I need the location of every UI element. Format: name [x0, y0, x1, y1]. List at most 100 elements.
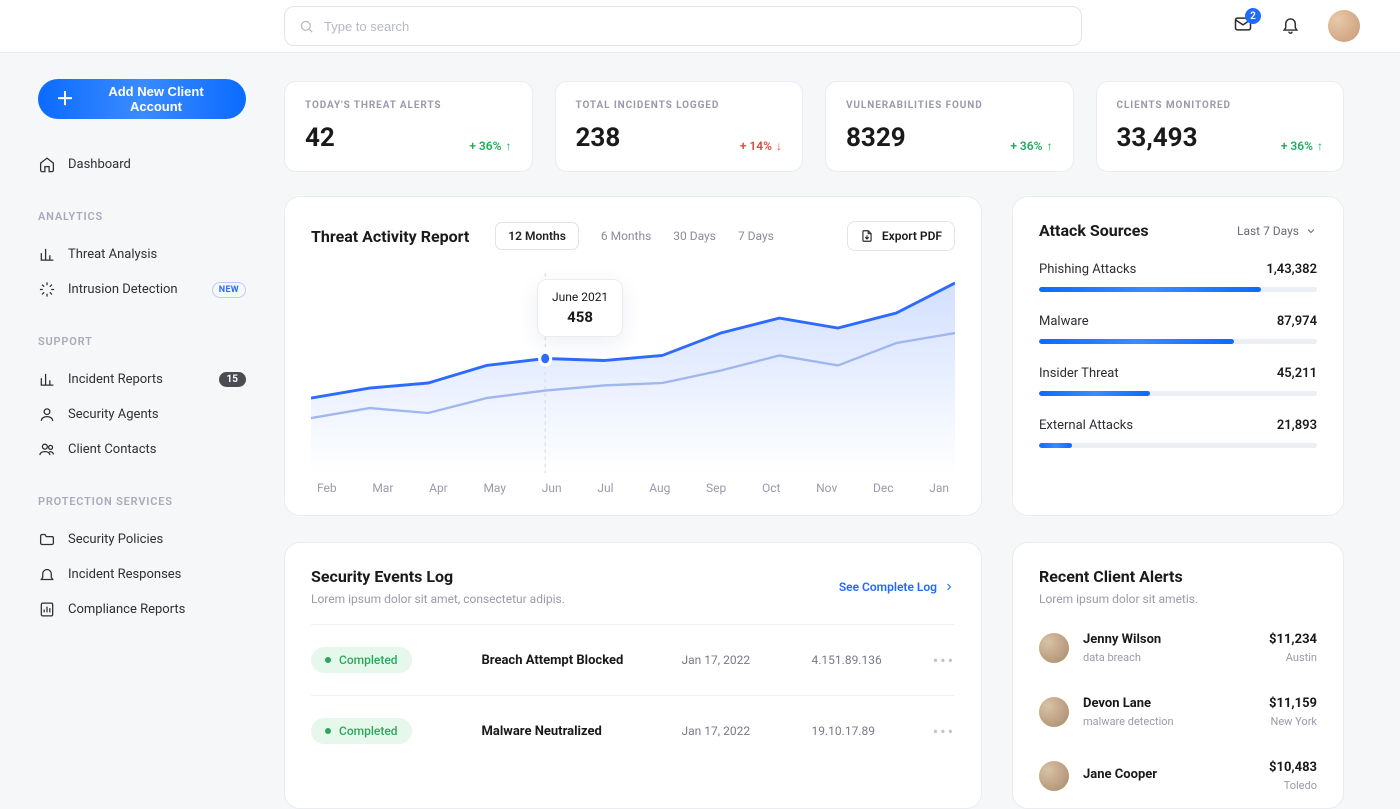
stat-card: CLIENTS MONITORED 33,493 + 36% ↑	[1096, 81, 1345, 172]
xaxis-label: Sep	[706, 481, 726, 495]
nav-label: Threat Analysis	[68, 247, 157, 262]
nav-intrusion-detection[interactable]: Intrusion Detection NEW	[38, 272, 246, 307]
add-client-label: Add New Client Account	[84, 84, 228, 114]
nav-heading-support: SUPPORT	[38, 335, 246, 348]
xaxis-label: Aug	[649, 481, 670, 495]
bell-icon	[38, 566, 56, 583]
threat-activity-panel: Threat Activity Report 12 Months 6 Months…	[284, 196, 982, 516]
add-client-button[interactable]: ＋Add New Client Account	[38, 79, 246, 119]
status-chip: Completed	[311, 718, 412, 744]
nav-security-agents[interactable]: Security Agents	[38, 397, 246, 432]
panel-title: Security Events Log	[311, 567, 565, 586]
range-tab[interactable]: 30 Days	[673, 229, 716, 243]
nav-dashboard[interactable]: Dashboard	[38, 147, 246, 182]
chevron-down-icon	[1305, 225, 1317, 237]
xaxis-label: Nov	[816, 481, 837, 495]
xaxis-label: May	[483, 481, 506, 495]
see-complete-log-link[interactable]: See Complete Log	[839, 580, 955, 594]
tooltip-label: June 2021	[552, 290, 608, 304]
period-label: Last 7 Days	[1237, 224, 1299, 238]
range-tab[interactable]: 12 Months	[495, 222, 579, 250]
nav-security-policies[interactable]: Security Policies	[38, 522, 246, 557]
stat-value: 42	[305, 123, 335, 153]
status-chip: Completed	[311, 647, 412, 673]
nav-label: Incident Responses	[68, 567, 181, 582]
event-date: Jan 17, 2022	[682, 724, 812, 738]
event-row: Completed Malware Neutralized Jan 17, 20…	[311, 695, 955, 766]
client-amount: $11,234	[1269, 632, 1317, 647]
source-name: Malware	[1039, 314, 1089, 329]
source-row: Insider Threat45,211	[1039, 366, 1317, 396]
stat-card: TOTAL INCIDENTS LOGGED 238 + 14% ↓	[555, 81, 804, 172]
activity-chart: June 2021 458	[311, 273, 955, 473]
source-row: Phishing Attacks1,43,382	[1039, 262, 1317, 292]
users-icon	[38, 441, 56, 458]
inbox-badge: 2	[1245, 8, 1261, 24]
client-alert-row[interactable]: Devon Lane malware detection $11,159 New Y…	[1039, 680, 1317, 744]
arrow-up-icon: ↑	[506, 139, 512, 153]
source-row: Malware87,974	[1039, 314, 1317, 344]
source-name: Insider Threat	[1039, 366, 1119, 381]
xaxis-label: Dec	[873, 481, 894, 495]
chart-xaxis: FebMarAprMayJunJulAugSepOctNovDecJan	[311, 473, 955, 495]
stat-value: 33,493	[1117, 123, 1198, 153]
stat-title: CLIENTS MONITORED	[1117, 100, 1324, 111]
panel-title: Threat Activity Report	[311, 227, 469, 246]
chart-icon	[38, 371, 56, 388]
arrow-up-icon: ↑	[1317, 139, 1323, 153]
client-name: Devon Lane	[1083, 696, 1255, 711]
user-avatar[interactable]	[1328, 10, 1360, 42]
chart-icon	[38, 246, 56, 263]
source-name: External Attacks	[1039, 418, 1133, 433]
notifications-button[interactable]	[1281, 15, 1300, 38]
nav-compliance-reports[interactable]: Compliance Reports	[38, 592, 246, 627]
new-badge: NEW	[212, 282, 246, 298]
xaxis-label: Oct	[762, 481, 780, 495]
period-dropdown[interactable]: Last 7 Days	[1237, 224, 1317, 238]
inbox-button[interactable]: 2	[1233, 14, 1253, 38]
arrow-down-icon: ↓	[776, 139, 782, 153]
chart-tooltip: June 2021 458	[537, 279, 623, 337]
source-value: 21,893	[1277, 418, 1317, 433]
nav-threat-analysis[interactable]: Threat Analysis	[38, 237, 246, 272]
export-pdf-button[interactable]: Export PDF	[847, 221, 955, 251]
client-amount: $11,159	[1269, 696, 1317, 711]
range-tab[interactable]: 6 Months	[601, 229, 651, 243]
nav-client-contacts[interactable]: Client Contacts	[38, 432, 246, 467]
stat-title: TODAY'S THREAT ALERTS	[305, 100, 512, 111]
row-menu-button[interactable]: •••	[933, 722, 955, 741]
stat-title: VULNERABILITIES FOUND	[846, 100, 1053, 111]
nav-incident-responses[interactable]: Incident Responses	[38, 557, 246, 592]
nav-dashboard-label: Dashboard	[68, 157, 131, 172]
client-tag: malware detection	[1083, 715, 1255, 728]
stat-delta: + 36% ↑	[1010, 139, 1052, 153]
search-input[interactable]	[324, 19, 1067, 34]
line-chart-svg	[311, 273, 955, 473]
client-city: New York	[1269, 715, 1317, 728]
source-name: Phishing Attacks	[1039, 262, 1136, 277]
stat-card: TODAY'S THREAT ALERTS 42 + 36% ↑	[284, 81, 533, 172]
client-alert-row[interactable]: Jenny Wilsondata breach $11,234Austin	[1039, 616, 1317, 680]
stat-card: VULNERABILITIES FOUND 8329 + 36% ↑	[825, 81, 1074, 172]
export-label: Export PDF	[882, 229, 942, 243]
nav-label: Compliance Reports	[68, 602, 185, 617]
nav-label: Client Contacts	[68, 442, 156, 457]
nav-label: Security Policies	[68, 532, 163, 547]
source-bar	[1039, 391, 1317, 396]
stat-title: TOTAL INCIDENTS LOGGED	[576, 100, 783, 111]
home-icon	[38, 156, 56, 173]
arrow-up-icon: ↑	[1047, 139, 1053, 153]
search-icon	[299, 19, 314, 34]
row-menu-button[interactable]: •••	[933, 651, 955, 670]
stat-delta: + 36% ↑	[1281, 139, 1323, 153]
stat-delta: + 14% ↓	[740, 139, 782, 153]
client-alert-row[interactable]: Jane Cooper $10,483Toledo	[1039, 744, 1317, 808]
nav-incident-reports[interactable]: Incident Reports 15	[38, 362, 246, 397]
client-name: Jenny Wilson	[1083, 632, 1255, 647]
nav-label: Incident Reports	[68, 372, 163, 387]
global-search[interactable]	[284, 6, 1082, 46]
sidebar: ＋Add New Client Account Dashboard ANALYT…	[0, 53, 284, 809]
event-date: Jan 17, 2022	[682, 653, 812, 667]
security-events-panel: Security Events Log Lorem ipsum dolor si…	[284, 542, 982, 809]
range-tab[interactable]: 7 Days	[738, 229, 774, 243]
